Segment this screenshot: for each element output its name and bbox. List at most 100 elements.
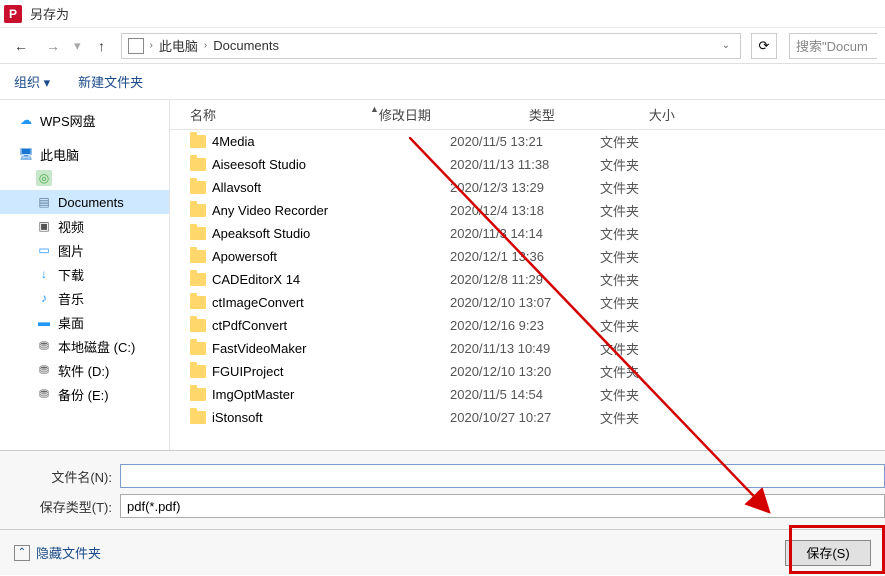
folder-icon: [190, 158, 206, 171]
table-row[interactable]: ctImageConvert2020/12/10 13:07文件夹: [170, 291, 885, 314]
sidebar-item[interactable]: ▭ 图片: [0, 238, 169, 262]
hide-folders-toggle[interactable]: ⌃ 隐藏文件夹: [14, 543, 101, 562]
sidebar: ☁ WPS网盘 🖥 此电脑 ◎ ▤ Documents ▣ 视频 ▭ 图片 ↓下载 ♪ 音乐 ▬桌面⛃本地磁…: [0, 100, 170, 450]
table-row[interactable]: ImgOptMaster2020/11/5 14:54文件夹: [170, 383, 885, 406]
sidebar-item[interactable]: ⛃本地磁盘 (C:): [0, 334, 169, 358]
organize-button[interactable]: 组织 ▾: [14, 72, 50, 91]
col-size-header[interactable]: 大小: [649, 105, 885, 124]
sidebar-item[interactable]: ⛃软件 (D:): [0, 358, 169, 382]
sidebar-item-label: 桌面: [58, 313, 84, 332]
folder-icon: [190, 342, 206, 355]
sidebar-item-label: 此电脑: [40, 145, 79, 164]
file-type: 文件夹: [600, 155, 720, 174]
green-icon: ◎: [36, 170, 52, 186]
table-row[interactable]: Any Video Recorder2020/12/4 13:18文件夹: [170, 199, 885, 222]
file-type: 文件夹: [600, 293, 720, 312]
file-type: 文件夹: [600, 178, 720, 197]
sidebar-item[interactable]: ⛃备份 (E:): [0, 382, 169, 406]
table-row[interactable]: CADEditorX 142020/12/8 11:29文件夹: [170, 268, 885, 291]
sort-indicator-icon: ▲: [370, 104, 379, 114]
folder-icon: [190, 250, 206, 263]
hide-folders-label: 隐藏文件夹: [36, 543, 101, 562]
file-list: 名称 ▲ 修改日期 类型 大小 4Media2020/11/5 13:21文件夹…: [170, 100, 885, 450]
table-row[interactable]: Apowersoft2020/12/1 13:36文件夹: [170, 245, 885, 268]
main-area: ☁ WPS网盘 🖥 此电脑 ◎ ▤ Documents ▣ 视频 ▭ 图片 ↓下载 ♪ 音乐 ▬桌面⛃本地磁…: [0, 100, 885, 450]
folder-icon: [190, 365, 206, 378]
file-date: 2020/11/5 13:21: [450, 134, 600, 149]
table-row[interactable]: Aiseesoft Studio2020/11/13 11:38文件夹: [170, 153, 885, 176]
nav-forward-icon[interactable]: →: [40, 33, 66, 59]
sidebar-item-label: 图片: [58, 241, 84, 260]
sidebar-item-label: 视频: [58, 217, 84, 236]
file-name: Allavsoft: [212, 180, 261, 195]
sidebar-item-label: 音乐: [58, 289, 84, 308]
video-icon: ▣: [36, 218, 52, 234]
file-name: Aiseesoft Studio: [212, 157, 306, 172]
sidebar-item[interactable]: ☁ WPS网盘: [0, 108, 169, 132]
nav-up-icon[interactable]: ↑: [89, 33, 115, 59]
sidebar-item-label: Documents: [58, 195, 124, 210]
table-row[interactable]: Allavsoft2020/12/3 13:29文件夹: [170, 176, 885, 199]
sidebar-item[interactable]: ↓下载: [0, 262, 169, 286]
file-type: 文件夹: [600, 362, 720, 381]
breadcrumb[interactable]: › 此电脑 › Documents ⌄: [121, 33, 741, 59]
file-date: 2020/12/4 13:18: [450, 203, 600, 218]
nav-dropdown-icon[interactable]: ▾: [74, 38, 81, 54]
table-row[interactable]: iStonsoft2020/10/27 10:27文件夹: [170, 406, 885, 429]
save-fields: 文件名(N): 保存类型(T):: [0, 450, 885, 529]
sidebar-item-label: 本地磁盘 (C:): [58, 337, 135, 356]
file-type: 文件夹: [600, 316, 720, 335]
file-type: 文件夹: [600, 408, 720, 427]
sidebar-item[interactable]: 🖥 此电脑: [0, 142, 169, 166]
file-type: 文件夹: [600, 385, 720, 404]
crumb-pc[interactable]: 此电脑: [159, 36, 198, 55]
sidebar-item-label: 备份 (E:): [58, 385, 109, 404]
sidebar-item[interactable]: ▬桌面: [0, 310, 169, 334]
sidebar-item[interactable]: ♪ 音乐: [0, 286, 169, 310]
footer: ⌃ 隐藏文件夹 保存(S): [0, 529, 885, 575]
title-bar: P 另存为: [0, 0, 885, 28]
folder-icon: [190, 135, 206, 148]
table-row[interactable]: FastVideoMaker2020/11/13 10:49文件夹: [170, 337, 885, 360]
col-date-header[interactable]: 修改日期: [379, 105, 529, 124]
crumb-folder[interactable]: Documents: [213, 38, 279, 53]
file-name: Apeaksoft Studio: [212, 226, 310, 241]
sidebar-item[interactable]: ▣ 视频: [0, 214, 169, 238]
file-name: ImgOptMaster: [212, 387, 294, 402]
file-name: FastVideoMaker: [212, 341, 306, 356]
docs-icon: ▤: [36, 194, 52, 210]
filename-label: 文件名(N):: [0, 467, 120, 486]
sidebar-item-label: WPS网盘: [40, 111, 96, 130]
save-button[interactable]: 保存(S): [785, 540, 871, 566]
cloud-icon: ☁: [18, 112, 34, 128]
pic-icon: ▭: [36, 242, 52, 258]
sidebar-item[interactable]: ◎: [0, 166, 169, 190]
new-folder-button[interactable]: 新建文件夹: [78, 72, 143, 91]
nav-back-icon[interactable]: ←: [8, 33, 34, 59]
sidebar-item[interactable]: ▤ Documents: [0, 190, 169, 214]
table-row[interactable]: ctPdfConvert2020/12/16 9:23文件夹: [170, 314, 885, 337]
file-date: 2020/12/10 13:07: [450, 295, 600, 310]
col-type-header[interactable]: 类型: [529, 105, 649, 124]
folder-icon: [190, 296, 206, 309]
file-type: 文件夹: [600, 270, 720, 289]
app-icon: P: [4, 5, 22, 23]
file-type: 文件夹: [600, 132, 720, 151]
refresh-icon: ⟳: [759, 38, 770, 54]
table-row[interactable]: Apeaksoft Studio2020/11/3 14:14文件夹: [170, 222, 885, 245]
filetype-select[interactable]: [120, 494, 885, 518]
filename-input[interactable]: [120, 464, 885, 488]
file-type: 文件夹: [600, 224, 720, 243]
file-name: 4Media: [212, 134, 255, 149]
address-dropdown-icon[interactable]: ⌄: [718, 40, 734, 51]
pc-icon: 🖥: [18, 146, 34, 162]
folder-icon: [190, 411, 206, 424]
chevron-right-icon: ›: [150, 40, 153, 51]
refresh-button[interactable]: ⟳: [751, 33, 777, 59]
table-row[interactable]: 4Media 2020/11/5 13:21文件夹: [170, 130, 885, 153]
search-input[interactable]: 搜索"Docum: [789, 33, 877, 59]
table-row[interactable]: FGUIProject2020/12/10 13:20文件夹: [170, 360, 885, 383]
address-bar: ← → ▾ ↑ › 此电脑 › Documents ⌄ ⟳ 搜索"Docum: [0, 28, 885, 64]
file-name: Any Video Recorder: [212, 203, 328, 218]
music-icon: ♪: [36, 290, 52, 306]
